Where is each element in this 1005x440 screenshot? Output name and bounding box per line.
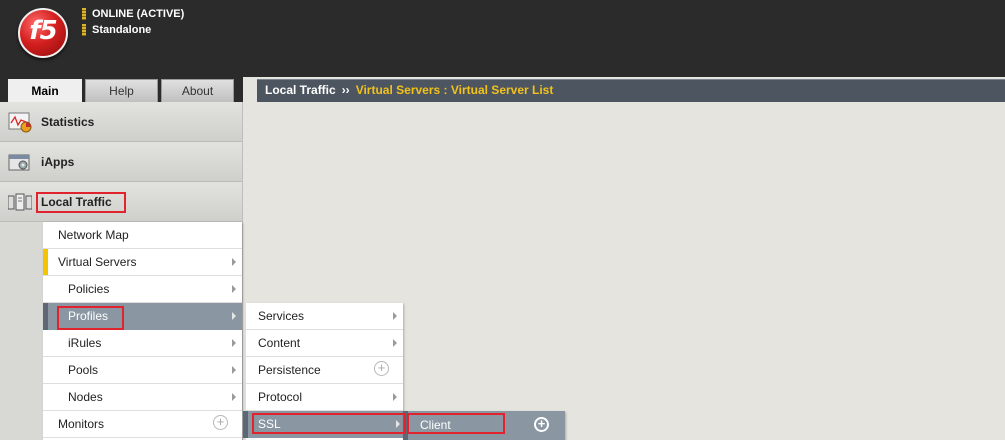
ssl-menu: Client + [403,411,565,440]
menu-item-ssl[interactable]: SSL [243,411,406,438]
menu-item-label: Persistence [258,363,321,377]
status-mode-text: Standalone [92,24,152,36]
chevron-right-icon [393,393,397,401]
f5-logo[interactable]: f5 [18,8,68,58]
profiles-menu: Services Content Persistence + Protocol S… [243,303,406,440]
status-online: ONLINE (ACTIVE) [82,7,184,21]
menu-item-label: Content [258,336,301,350]
add-circle-icon[interactable]: + [534,417,549,432]
sidebar-item-label: iApps [41,155,75,169]
menu-item-label: Pools [68,363,99,377]
sidebar-item-label: Statistics [41,115,95,129]
sidebar-item-iapps[interactable]: iApps [0,142,242,182]
menu-item-profiles[interactable]: Profiles [43,303,242,330]
menu-item-label: Nodes [68,390,103,404]
main-tabs: Main Help About [0,77,243,102]
breadcrumb-current[interactable]: Virtual Servers : Virtual Server List [356,83,554,97]
status-mode: Standalone [82,23,151,37]
menu-item-label: Client [420,418,451,432]
selected-marker [43,303,48,330]
menu-item-label: SSL [258,417,281,431]
chevron-right-icon [393,312,397,320]
menu-item-label: Profiles [68,309,109,323]
menu-item-persistence[interactable]: Persistence + [246,357,403,384]
menu-item-label: Protocol [258,390,303,404]
chevron-right-icon [393,339,397,347]
selected-marker [243,411,248,438]
tab-help[interactable]: Help [85,79,158,102]
menu-item-client[interactable]: Client + [403,411,565,440]
menu-item-network-map[interactable]: Network Map [43,222,242,249]
menu-item-policies[interactable]: Policies [43,276,242,303]
iapps-icon [8,154,30,171]
menu-item-monitors[interactable]: Monitors + [43,411,242,438]
selected-marker [403,411,408,440]
menu-item-label: Policies [68,282,110,296]
chevron-right-icon [232,312,236,320]
breadcrumb: Local Traffic ›› Virtual Servers : Virtual… [257,79,1005,102]
chevron-right-icon [232,366,236,374]
local-traffic-icon [8,193,32,211]
add-circle-icon[interactable]: + [374,361,389,376]
chevron-right-icon [232,393,236,401]
logo-text: f5 [29,16,57,46]
menu-item-label: iRules [68,336,102,350]
sidebar-item-local-traffic[interactable]: Local Traffic [0,182,242,222]
tab-about[interactable]: About [161,79,234,102]
breadcrumb-separator: ›› [341,83,350,97]
local-traffic-menu: Network Map Virtual Servers Policies Pro… [43,222,242,440]
chevron-right-icon [232,258,236,266]
status-online-text: ONLINE (ACTIVE) [92,8,185,20]
menu-item-label: Services [258,309,305,323]
menu-item-services[interactable]: Services [246,303,403,330]
menu-item-label: Virtual Servers [58,255,137,269]
chevron-right-icon [232,285,236,293]
breadcrumb-section[interactable]: Local Traffic [265,83,336,97]
menu-item-nodes[interactable]: Nodes [43,384,242,411]
tab-main[interactable]: Main [8,79,82,102]
add-circle-icon[interactable]: + [213,415,228,430]
menu-item-irules[interactable]: iRules [43,330,242,357]
menu-item-label: Network Map [58,228,129,242]
menu-item-pools[interactable]: Pools [43,357,242,384]
sidebar-item-label: Local Traffic [41,195,112,209]
status-indicator-icon [82,8,86,20]
top-header: f5 ONLINE (ACTIVE) Standalone [0,0,1005,77]
menu-item-virtual-servers[interactable]: Virtual Servers [43,249,242,276]
sidebar-item-statistics[interactable]: Statistics [0,102,242,142]
active-marker [43,249,48,275]
statistics-icon [8,112,32,133]
chevron-right-icon [396,420,400,428]
status-indicator-icon [82,24,86,36]
chevron-right-icon [232,339,236,347]
menu-item-protocol[interactable]: Protocol [246,384,403,411]
menu-item-content[interactable]: Content [246,330,403,357]
menu-item-label: Monitors [58,417,105,431]
